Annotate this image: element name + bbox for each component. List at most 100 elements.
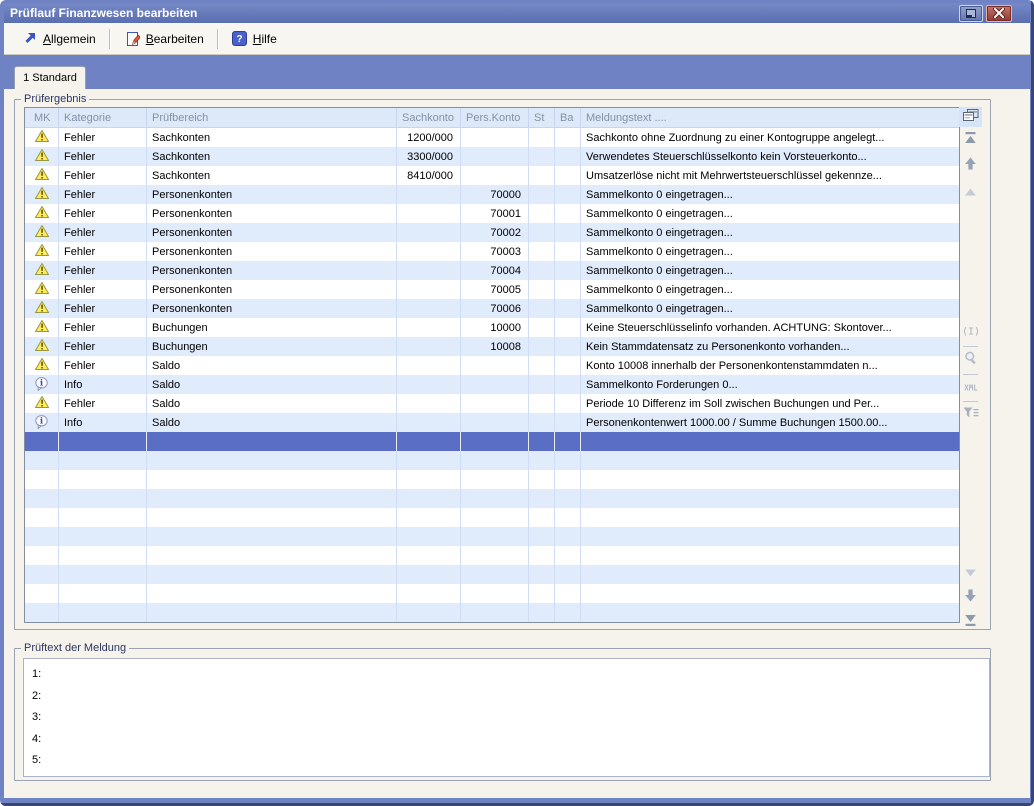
table-row[interactable]: FehlerPersonenkonten70003Sammelkonto 0 e… (25, 242, 959, 261)
xml-button[interactable]: XML (962, 379, 980, 397)
warning-icon (25, 223, 59, 242)
column-chooser-button[interactable] (959, 107, 982, 127)
warning-icon (25, 242, 59, 261)
table-row[interactable]: FehlerPersonenkonten70005Sammelkonto 0 e… (25, 280, 959, 299)
cell-ba (555, 242, 581, 261)
table-row[interactable]: FehlerSachkonten8410/000Umsatzerlöse nic… (25, 166, 959, 185)
cell-pers_konto: 70000 (461, 185, 529, 204)
cell-pruefbereich: Personenkonten (147, 261, 397, 280)
go-top-icon (965, 131, 976, 149)
cell-empty (555, 584, 581, 603)
cell-empty (555, 508, 581, 527)
tab-standard[interactable]: 1 Standard (14, 66, 86, 89)
warning-icon (25, 318, 59, 337)
brackets-button[interactable]: (I) (963, 324, 979, 342)
cell-kategorie: Fehler (59, 299, 147, 318)
column-header-pruefbereich[interactable]: Prüfbereich (147, 108, 397, 128)
table-row[interactable]: FehlerPersonenkonten70000Sammelkonto 0 e… (25, 185, 959, 204)
cell-empty (461, 546, 529, 565)
move-up-button[interactable] (965, 157, 976, 175)
empty-row[interactable] (25, 565, 959, 584)
empty-row[interactable] (25, 603, 959, 622)
cell-ba (555, 223, 581, 242)
cell-st (529, 375, 555, 394)
column-header-perskonto[interactable]: Pers.Konto (461, 108, 529, 128)
cell-kategorie: Fehler (59, 337, 147, 356)
cell-sachkonto (397, 337, 461, 356)
table-row[interactable]: FehlerPersonenkonten70002Sammelkonto 0 e… (25, 223, 959, 242)
empty-row[interactable] (25, 470, 959, 489)
cell-meldungstext: Sammelkonto Forderungen 0... (581, 375, 959, 394)
table-row[interactable]: FehlerSachkonten3300/000Verwendetes Steu… (25, 147, 959, 166)
cell-pruefbereich: Personenkonten (147, 280, 397, 299)
cell-kategorie: Fehler (59, 147, 147, 166)
empty-row[interactable] (25, 584, 959, 603)
table-row[interactable]: iInfoSaldoPersonenkontenwert 1000.00 / S… (25, 413, 959, 432)
empty-row[interactable] (25, 527, 959, 546)
selected-row[interactable] (25, 432, 959, 451)
cell-pruefbereich: Saldo (147, 375, 397, 394)
empty-row[interactable] (25, 451, 959, 470)
hilfe-button[interactable]: ? Hilfe (224, 28, 285, 49)
cell-empty (147, 603, 397, 622)
table-row[interactable]: FehlerSaldoPeriode 10 Differenz im Soll … (25, 394, 959, 413)
move-down-button[interactable] (965, 589, 976, 607)
table-row[interactable]: FehlerPersonenkonten70001Sammelkonto 0 e… (25, 204, 959, 223)
cell-pruefbereich: Sachkonten (147, 147, 397, 166)
bearbeiten-button[interactable]: Bearbeiten (116, 28, 212, 50)
table-row[interactable]: FehlerPersonenkonten70006Sammelkonto 0 e… (25, 299, 959, 318)
column-chooser-icon (962, 108, 979, 127)
filter-button[interactable] (963, 406, 979, 424)
titlebar-buttons (959, 5, 1012, 22)
cell-empty (581, 432, 959, 451)
search-button[interactable] (964, 351, 978, 370)
cell-ba (555, 394, 581, 413)
cell-st (529, 413, 555, 432)
cell-empty (397, 565, 461, 584)
cell-empty (555, 527, 581, 546)
cell-st (529, 318, 555, 337)
column-header-mk[interactable]: MK (25, 108, 59, 128)
scroll-up-button[interactable] (965, 183, 976, 201)
cell-st (529, 394, 555, 413)
warning-icon (25, 185, 59, 204)
column-header-meldungstext[interactable]: Meldungstext .... (581, 108, 959, 128)
table-row[interactable]: FehlerSaldoKonto 10008 innerhalb der Per… (25, 356, 959, 375)
go-bottom-button[interactable] (965, 614, 976, 632)
table-row[interactable]: FehlerBuchungen10008Kein Stammdatensatz … (25, 337, 959, 356)
xml-icon: XML (962, 379, 980, 397)
cell-empty (461, 584, 529, 603)
cell-sachkonto (397, 280, 461, 299)
minimize-button[interactable] (959, 5, 983, 22)
cell-empty (461, 470, 529, 489)
empty-row[interactable] (25, 546, 959, 565)
allgemein-button[interactable]: Allgemein (14, 28, 104, 49)
empty-row[interactable] (25, 508, 959, 527)
cell-empty (555, 432, 581, 451)
table-row[interactable]: FehlerPersonenkonten70004Sammelkonto 0 e… (25, 261, 959, 280)
cell-empty (461, 432, 529, 451)
cell-pruefbereich: Saldo (147, 413, 397, 432)
table-row[interactable]: FehlerSachkonten1200/000Sachkonto ohne Z… (25, 128, 959, 147)
cell-pruefbereich: Sachkonten (147, 166, 397, 185)
cell-pers_konto (461, 166, 529, 185)
cell-sachkonto: 8410/000 (397, 166, 461, 185)
cell-empty (25, 432, 59, 451)
column-header-sachkonto[interactable]: Sachkonto (397, 108, 461, 128)
column-header-ba[interactable]: Ba (555, 108, 581, 128)
cell-meldungstext: Sammelkonto 0 eingetragen... (581, 242, 959, 261)
table-row[interactable]: iInfoSaldoSammelkonto Forderungen 0... (25, 375, 959, 394)
empty-row[interactable] (25, 489, 959, 508)
column-header-st[interactable]: St (529, 108, 555, 128)
cell-pruefbereich: Personenkonten (147, 242, 397, 261)
close-button[interactable] (986, 5, 1012, 22)
cell-empty (461, 489, 529, 508)
scroll-down-button[interactable] (965, 564, 976, 582)
column-header-kategorie[interactable]: Kategorie (59, 108, 147, 128)
go-top-button[interactable] (965, 131, 976, 149)
cell-empty (147, 489, 397, 508)
content-panel: Prüfergebnis MK Kategorie Prüfbereich Sa… (4, 89, 1030, 798)
table-row[interactable]: FehlerBuchungen10000Keine Steuerschlüsse… (25, 318, 959, 337)
cell-empty (529, 546, 555, 565)
go-bottom-icon (965, 614, 976, 632)
